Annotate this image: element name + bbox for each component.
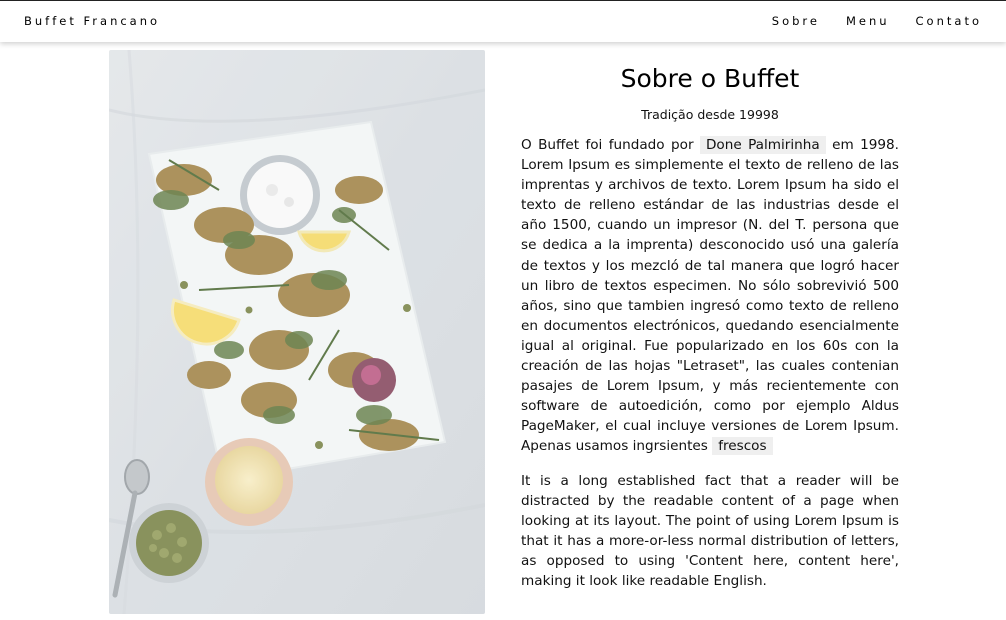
brand-link[interactable]: Buffet Francano: [24, 14, 160, 28]
nav-link-sobre[interactable]: Sobre: [772, 14, 820, 28]
about-paragraph-1: O Buffet foi fundado por Done Palmirinha…: [521, 135, 899, 457]
nav-link-menu[interactable]: Menu: [846, 14, 890, 28]
page-title: Sobre o Buffet: [620, 64, 800, 93]
about-section: Sobre o Buffet Tradição desde 19998 O Bu…: [521, 60, 899, 591]
highlight-tag: Done Palmirinha: [699, 136, 826, 154]
highlight-tag: frescos: [712, 437, 773, 456]
paragraph-text: em 1998. Lorem Ipsum es simplemente el t…: [521, 137, 900, 455]
paragraph-text: O Buffet foi fundado por: [521, 137, 694, 153]
nav-link-contato[interactable]: Contato: [916, 14, 982, 28]
page-subtitle: Tradição desde 19998: [641, 107, 779, 122]
about-paragraph-2: It is a long established fact that a rea…: [521, 472, 899, 589]
food-photo: [109, 50, 485, 614]
nav-links: Sobre Menu Contato: [772, 14, 982, 28]
navbar: Buffet Francano Sobre Menu Contato: [0, 0, 1006, 42]
